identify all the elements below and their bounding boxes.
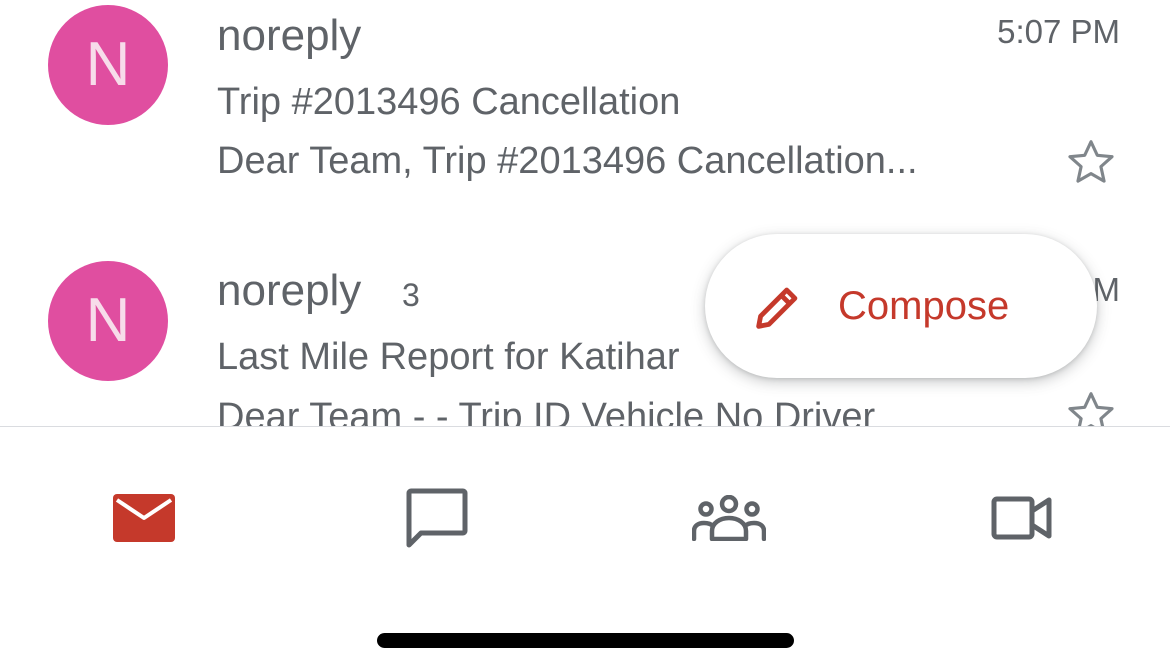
- mail-icon: [113, 494, 175, 542]
- email-snippet: Dear Team, Trip #2013496 Cancellation...: [217, 141, 918, 182]
- avatar-letter: N: [85, 30, 131, 99]
- email-time: 5:07 PM: [997, 13, 1120, 50]
- chat-icon: [406, 488, 468, 548]
- email-subject: Last Mile Report for Katihar: [217, 336, 680, 378]
- nav-chat-tab[interactable]: [377, 463, 497, 573]
- nav-mail-tab[interactable]: [84, 463, 204, 573]
- star-icon[interactable]: [1060, 134, 1122, 192]
- avatar-letter: N: [85, 286, 131, 355]
- avatar[interactable]: N: [48, 261, 168, 381]
- compose-label: Compose: [838, 284, 1010, 328]
- bottom-navigation: [0, 426, 1170, 672]
- video-icon: [991, 496, 1052, 540]
- pencil-icon: [756, 287, 798, 329]
- email-subject: Trip #2013496 Cancellation: [217, 81, 681, 123]
- star-icon[interactable]: [1060, 386, 1122, 426]
- sender-name: noreply: [217, 11, 362, 60]
- nav-meet-tab[interactable]: [962, 463, 1082, 573]
- gmail-screen: N noreply 5:07 PM Trip #2013496 Cancella…: [0, 0, 1170, 672]
- avatar[interactable]: N: [48, 5, 168, 125]
- home-indicator[interactable]: [377, 633, 794, 648]
- nav-spaces-tab[interactable]: [669, 463, 789, 573]
- people-icon: [692, 495, 766, 541]
- thread-count: 3: [402, 277, 420, 313]
- compose-button[interactable]: Compose: [705, 234, 1097, 378]
- email-row[interactable]: N noreply 5:07 PM Trip #2013496 Cancella…: [0, 0, 1170, 250]
- email-snippet: Dear Team - - Trip ID Vehicle No Driver: [217, 397, 876, 426]
- sender-name: noreply: [217, 266, 362, 315]
